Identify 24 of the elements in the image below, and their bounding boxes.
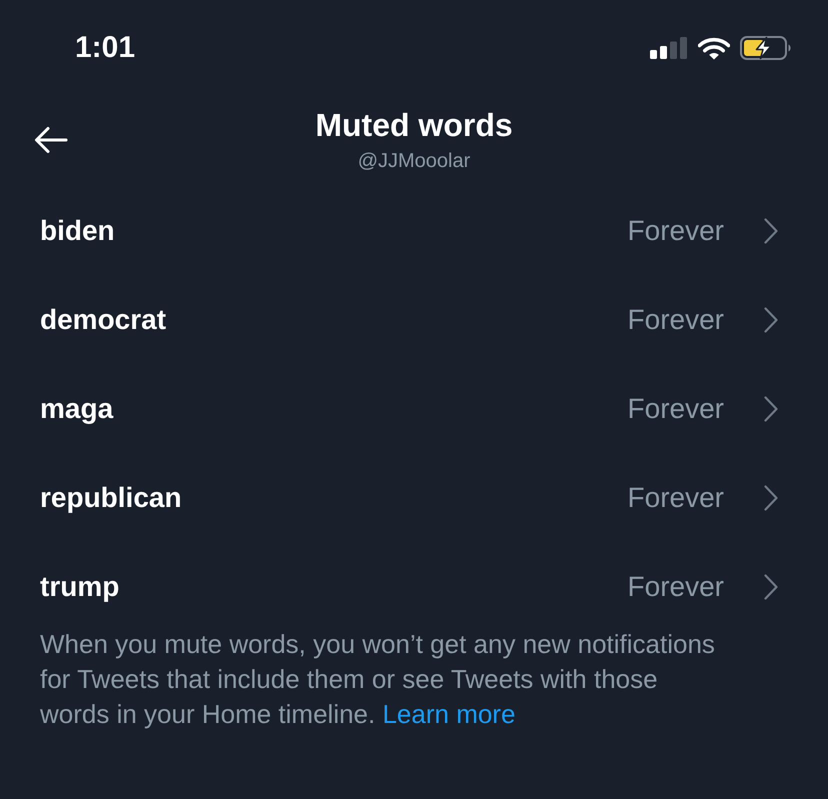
muted-word[interactable]: republican [40, 482, 182, 514]
mute-duration: Forever [628, 214, 724, 246]
muted-word[interactable]: trump [40, 570, 120, 602]
back-arrow-icon [34, 126, 68, 154]
chevron-right-icon[interactable] [764, 574, 778, 600]
signal-bars-icon [650, 37, 688, 59]
mute-duration: Forever [628, 482, 724, 514]
muted-word[interactable]: biden [40, 214, 115, 246]
mute-duration: Forever [628, 304, 724, 336]
mute-duration: Forever [628, 570, 724, 602]
mute-duration: Forever [628, 392, 724, 424]
status-time: 1:01 [75, 30, 136, 66]
chevron-right-icon[interactable] [764, 396, 778, 422]
battery-charging-icon [740, 36, 792, 60]
page-title: Muted words [315, 106, 513, 144]
account-handle: @JJMooolar [358, 149, 470, 174]
chevron-right-icon[interactable] [764, 306, 778, 332]
learn-more-link[interactable]: Learn more [382, 699, 516, 729]
chevron-right-icon[interactable] [764, 218, 778, 244]
muted-word[interactable]: maga [40, 392, 114, 424]
wifi-icon [698, 36, 730, 60]
muted-word[interactable]: democrat [40, 304, 166, 336]
explanation-text: When you mute words, you won’t get any new notifications for Tweets that include them or see Tweets with those words in your Home timeline. Learn more [40, 628, 716, 731]
chevron-right-icon[interactable] [764, 484, 778, 510]
